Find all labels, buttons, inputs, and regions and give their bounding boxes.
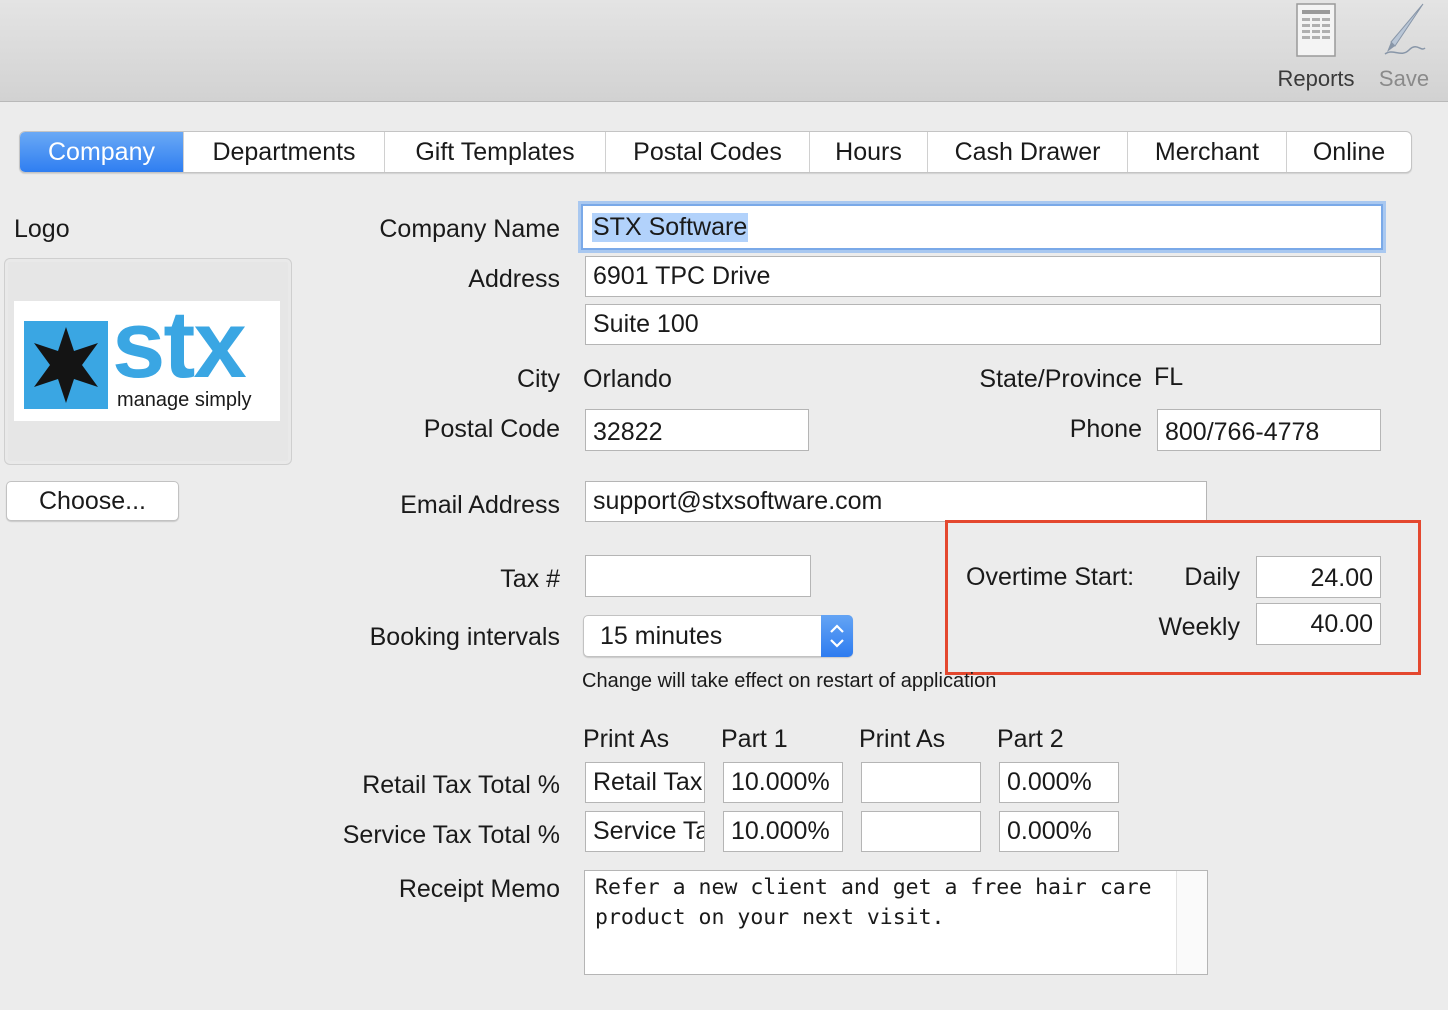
receipt-memo-text: Refer a new client and get a free hair c… — [595, 875, 1165, 930]
toolbar: Reports Save — [0, 0, 1448, 102]
address-line1-field[interactable]: 6901 TPC Drive — [585, 256, 1381, 297]
company-name-label: Company Name — [379, 215, 560, 243]
save-button[interactable]: Save — [1364, 2, 1444, 92]
tab-cash-drawer[interactable]: Cash Drawer — [928, 132, 1128, 172]
overtime-weekly-label: Weekly — [1158, 613, 1240, 641]
receipt-memo-textarea[interactable]: Refer a new client and get a free hair c… — [584, 870, 1208, 975]
service-part2-field[interactable]: 0.000% — [999, 811, 1119, 852]
overtime-daily-field[interactable]: 24.00 — [1256, 556, 1381, 598]
choose-logo-button[interactable]: Choose... — [6, 481, 179, 521]
booking-intervals-value: 15 minutes — [600, 622, 723, 650]
state-value: FL — [1154, 363, 1184, 391]
header-part-2: Part 2 — [997, 725, 1064, 753]
reports-label: Reports — [1277, 66, 1355, 91]
service-print-as-1-field[interactable]: Service Tax — [585, 811, 705, 852]
address-label: Address — [468, 265, 560, 293]
quill-pen-icon — [1384, 3, 1426, 55]
logo-label: Logo — [14, 215, 70, 243]
service-print-as-2-field[interactable] — [861, 811, 981, 852]
overtime-weekly-field[interactable]: 40.00 — [1256, 603, 1381, 645]
service-part1-field[interactable]: 10.000% — [723, 811, 843, 852]
tax-number-field[interactable] — [585, 555, 811, 597]
tab-company[interactable]: Company — [20, 132, 184, 172]
retail-tax-label: Retail Tax Total % — [362, 771, 560, 799]
booking-restart-note: Change will take effect on restart of ap… — [582, 670, 997, 692]
logo-tagline: manage simply — [117, 389, 252, 411]
tab-hours[interactable]: Hours — [810, 132, 928, 172]
company-name-field[interactable]: STX Software — [581, 204, 1383, 250]
header-print-as-2: Print As — [859, 725, 946, 753]
service-tax-label: Service Tax Total % — [342, 821, 560, 849]
header-print-as-1: Print As — [583, 725, 670, 753]
postal-code-field[interactable]: 32822 — [585, 409, 809, 451]
logo-brand-text: stx — [112, 291, 247, 398]
state-label: State/Province — [979, 365, 1142, 393]
reports-icon — [1296, 3, 1336, 57]
postal-code-label: Postal Code — [423, 415, 560, 443]
tab-gift-templates[interactable]: Gift Templates — [385, 132, 606, 172]
tab-postal-codes[interactable]: Postal Codes — [606, 132, 810, 172]
tax-number-label: Tax # — [500, 565, 560, 593]
receipt-memo-label: Receipt Memo — [398, 875, 560, 903]
star-logo-icon — [24, 321, 108, 409]
header-part-1: Part 1 — [721, 725, 788, 753]
booking-intervals-select[interactable]: 15 minutes — [583, 615, 853, 657]
overtime-start-label: Overtime Start: — [966, 563, 1135, 591]
select-stepper-icon — [821, 615, 853, 657]
city-value: Orlando — [583, 365, 672, 393]
retail-part1-field[interactable]: 10.000% — [723, 762, 843, 803]
tab-departments[interactable]: Departments — [184, 132, 385, 172]
city-label: City — [516, 365, 560, 393]
phone-label: Phone — [1069, 415, 1142, 443]
tab-online[interactable]: Online — [1287, 132, 1411, 172]
retail-print-as-2-field[interactable] — [861, 762, 981, 803]
save-label: Save — [1378, 66, 1430, 91]
company-logo: stx manage simply — [14, 297, 280, 421]
email-field[interactable]: support@stxsoftware.com — [585, 481, 1207, 522]
address-line2-field[interactable]: Suite 100 — [585, 304, 1381, 345]
booking-intervals-label: Booking intervals — [369, 623, 560, 651]
retail-part2-field[interactable]: 0.000% — [999, 762, 1119, 803]
email-label: Email Address — [400, 491, 560, 519]
company-name-value: STX Software — [592, 212, 749, 242]
retail-print-as-1-field[interactable]: Retail Tax — [585, 762, 705, 803]
memo-scrollbar[interactable] — [1176, 871, 1207, 974]
tab-bar: Company Departments Gift Templates Posta… — [19, 131, 1412, 173]
overtime-daily-label: Daily — [1184, 563, 1240, 591]
phone-field[interactable]: 800/766-4778 — [1157, 409, 1381, 451]
tab-merchant[interactable]: Merchant — [1128, 132, 1287, 172]
reports-button[interactable]: Reports — [1272, 2, 1360, 92]
